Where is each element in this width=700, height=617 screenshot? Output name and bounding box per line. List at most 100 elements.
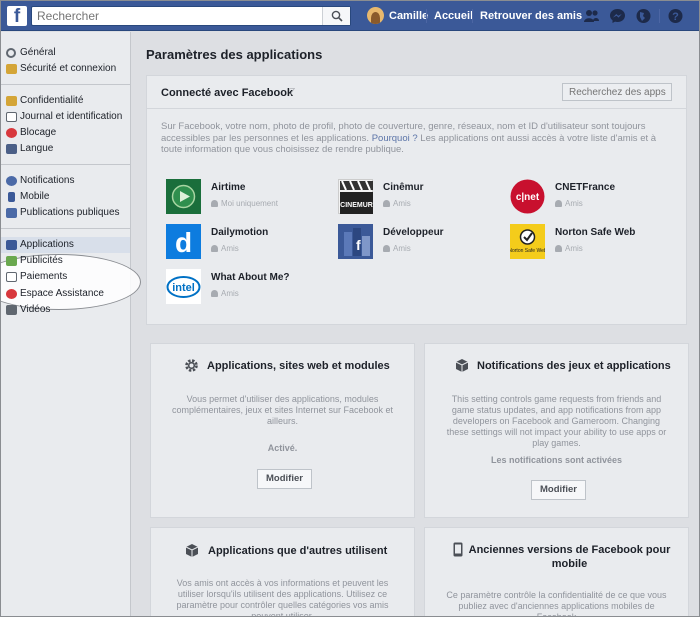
search-input[interactable] — [32, 7, 322, 25]
card-description: Vous permet d'utiliser des applications,… — [171, 394, 394, 426]
sidebar-item-label: Vidéos — [20, 303, 51, 315]
sidebar-item-label: Mobile — [20, 191, 50, 203]
why-link[interactable]: Pourquoi ? — [372, 133, 418, 144]
app-name: Développeur — [383, 227, 444, 238]
globe-icon[interactable] — [635, 8, 652, 24]
sidebar-item-security[interactable]: Sécurité et connexion — [1, 61, 130, 77]
panel-header: Connecté avec Facebook 7 — [147, 76, 686, 109]
airtime-logo-icon — [166, 179, 201, 214]
sidebar-item-general[interactable]: Général — [1, 45, 130, 61]
page-title: Paramètres des applications — [146, 47, 323, 62]
apps-others-use-card: Applications que d'autres utilisent Vos … — [150, 527, 415, 617]
app-privacy: Amis — [211, 244, 239, 253]
edit-button[interactable]: Modifier — [257, 469, 312, 489]
sidebar-item-public-posts[interactable]: Publications publiques — [1, 205, 130, 221]
svg-text:CINEMUR: CINEMUR — [340, 202, 373, 209]
sidebar-item-support[interactable]: Espace Assistance — [1, 286, 130, 302]
mobile-icon — [453, 542, 463, 557]
svg-text:Norton Safe Web: Norton Safe Web — [510, 248, 545, 254]
app-item-airtime[interactable]: Airtime Moi uniquement — [166, 179, 336, 215]
app-item-developer[interactable]: f Développeur Amis — [338, 224, 508, 260]
find-friends-link[interactable]: Retrouver des amis — [480, 10, 582, 22]
app-item-cinemur[interactable]: CINEMUR Cinêmur Amis — [338, 179, 508, 215]
sidebar-item-label: Général — [20, 47, 56, 58]
badge-icon — [6, 64, 17, 75]
sidebar-group: Applications Publicités Paiements Espace… — [1, 229, 130, 324]
language-icon — [6, 144, 17, 155]
sidebar-item-privacy[interactable]: Confidentialité — [1, 93, 130, 109]
video-icon — [6, 304, 17, 315]
sidebar-item-timeline[interactable]: Journal et identification — [1, 109, 130, 125]
intel-logo-icon: intel — [166, 269, 201, 304]
sidebar-item-label: Paiements — [20, 271, 68, 283]
gear-icon — [185, 359, 198, 372]
card-description: Ce paramètre contrôle la confidentialité… — [446, 590, 667, 617]
friend-requests-icon[interactable] — [583, 8, 600, 24]
app-privacy: Amis — [211, 289, 239, 298]
app-search-input[interactable] — [562, 83, 672, 101]
card-title: Notifications des jeux et applications — [477, 360, 671, 372]
globe-icon — [6, 175, 17, 186]
mobile-icon — [8, 192, 15, 203]
facebook-logo-icon[interactable]: f — [7, 6, 27, 27]
dailymotion-logo-icon: d — [166, 224, 201, 259]
game-app-notifications-card: Notifications des jeux et applications T… — [424, 343, 689, 518]
svg-text:c|net: c|net — [516, 192, 540, 203]
apps-websites-plugins-card: Applications, sites web et modules Vous … — [150, 343, 415, 518]
search-icon — [331, 10, 343, 22]
avatar[interactable] — [367, 7, 384, 24]
old-mobile-versions-card: Anciennes versions de Facebook pour mobi… — [424, 527, 689, 617]
search-button[interactable] — [322, 7, 350, 25]
divider — [659, 9, 660, 23]
app-item-dailymotion[interactable]: d Dailymotion Amis — [166, 224, 336, 260]
svg-text:intel: intel — [172, 282, 195, 294]
app-item-cnetfrance[interactable]: c|net CNETFrance Amis — [510, 179, 680, 215]
sidebar-item-ads[interactable]: Publicités — [1, 253, 130, 269]
sidebar-item-language[interactable]: Langue — [1, 141, 130, 157]
settings-sidebar: Général Sécurité et connexion Confidenti… — [1, 32, 141, 616]
svg-text:f: f — [356, 237, 361, 253]
panel-description: Sur Facebook, votre nom, photo de profil… — [161, 121, 673, 156]
sidebar-group: Confidentialité Journal et identificatio… — [1, 85, 130, 165]
timeline-icon — [6, 111, 17, 122]
sidebar-item-label: Publications publiques — [20, 207, 120, 219]
apps-icon — [6, 239, 17, 250]
developer-logo-icon: f — [338, 224, 373, 259]
edit-button[interactable]: Modifier — [531, 480, 586, 500]
sidebar-item-label: Langue — [20, 143, 54, 155]
app-privacy: Moi uniquement — [211, 199, 278, 208]
help-icon[interactable]: ? — [667, 8, 684, 24]
sidebar-group: Général Sécurité et connexion — [1, 32, 130, 85]
sidebar-item-blocking[interactable]: Blocage — [1, 125, 130, 141]
messenger-icon[interactable] — [609, 8, 626, 24]
sidebar-item-label: Applications — [20, 238, 74, 250]
ads-icon — [6, 255, 17, 266]
sidebar-item-applications[interactable]: Applications — [1, 236, 130, 253]
sidebar-item-mobile[interactable]: Mobile — [1, 189, 130, 205]
divider — [426, 9, 427, 23]
app-privacy: Amis — [555, 244, 583, 253]
sidebar-item-videos[interactable]: Vidéos — [1, 302, 130, 318]
app-privacy: Amis — [383, 199, 411, 208]
lock-icon — [6, 95, 17, 106]
profile-link[interactable]: Camille — [389, 10, 428, 22]
app-item-whataboutme[interactable]: intel What About Me? Amis — [166, 269, 336, 305]
home-link[interactable]: Accueil — [434, 10, 473, 22]
sidebar-item-label: Sécurité et connexion — [20, 63, 117, 75]
app-item-norton[interactable]: Norton Safe Web Norton Safe Web Amis — [508, 224, 680, 260]
sidebar-item-payments[interactable]: Paiements — [1, 269, 130, 285]
norton-logo-icon: Norton Safe Web — [508, 224, 547, 259]
sidebar-item-notifications[interactable]: Notifications — [1, 173, 130, 189]
status-text: Les notifications sont activées — [490, 455, 623, 465]
sidebar-item-label: Blocage — [20, 127, 57, 139]
top-bar: f Camille Accueil Retrouver des amis — [1, 1, 699, 31]
search-box — [31, 6, 351, 26]
svg-text:?: ? — [672, 11, 679, 23]
connected-apps-panel: Connecté avec Facebook 7 Sur Facebook, v… — [146, 75, 687, 325]
app-name: What About Me? — [211, 272, 290, 283]
sidebar-item-label: Confidentialité — [20, 94, 84, 106]
app-name: Norton Safe Web — [555, 227, 636, 238]
block-icon — [6, 128, 17, 139]
card-description: Vos amis ont accès à vos informations et… — [176, 578, 389, 617]
svg-text:d: d — [175, 227, 192, 258]
